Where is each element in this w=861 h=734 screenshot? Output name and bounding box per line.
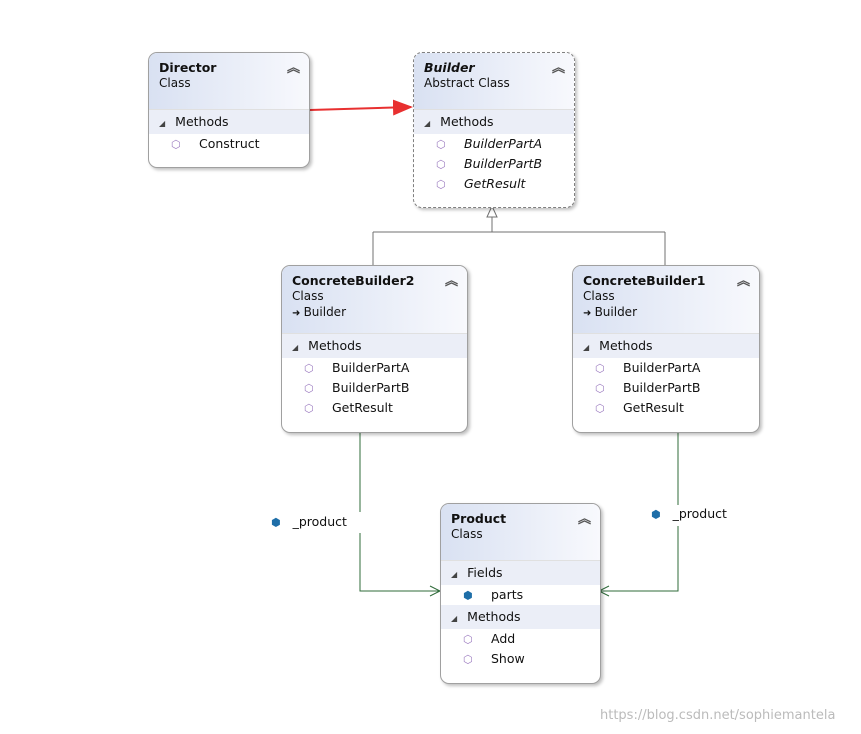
member-name: BuilderPartA [623,360,701,375]
collapse-chevron-icon[interactable]: ︽ [578,508,591,527]
collapse-chevron-icon[interactable]: ︽ [552,57,565,76]
method-icon: ⬡ [463,653,473,666]
field-icon: ⬢ [651,508,661,521]
association-label-right: ⬢ _product [651,506,727,521]
class-name: Builder [424,60,475,75]
class-kind: Class [451,527,483,541]
class-header: Director Class ︽ [149,53,309,110]
section-header-methods[interactable]: ◢ Methods [573,334,759,358]
expand-triangle-icon[interactable]: ◢ [424,119,430,128]
association-left [359,431,442,597]
member-name: Construct [199,136,260,151]
section-label: Methods [440,114,494,129]
class-box-director[interactable]: Director Class ︽ ◢ Methods ⬡ Construct [148,52,310,168]
method-icon: ⬡ [304,402,314,415]
member-name: BuilderPartA [464,136,542,151]
section-label: Methods [175,114,229,129]
class-box-product[interactable]: Product Class ︽ ◢ Fields ⬢ parts ◢ Methods ⬡ Add ⬡ S… [440,503,601,684]
association-name: _product [292,514,347,529]
method-item[interactable]: ⬡ Add [441,629,600,649]
director-builder-arrow [309,99,413,116]
expand-triangle-icon[interactable]: ◢ [292,343,298,352]
class-header: Product Class ︽ [441,504,600,561]
inherits-line: ➜ Builder [583,305,749,319]
collapse-chevron-icon[interactable]: ︽ [445,270,458,289]
class-header: ConcreteBuilder1 Class ➜ Builder ︽ [573,266,759,334]
section-header-methods[interactable]: ◢ Methods [149,110,309,134]
collapse-chevron-icon[interactable]: ︽ [737,270,750,289]
inherit-arrow-icon: ➜ [292,308,304,319]
method-item[interactable]: ⬡ BuilderPartB [282,378,467,398]
member-name: GetResult [464,176,526,191]
member-name: GetResult [623,400,684,415]
field-icon: ⬢ [463,589,473,602]
inherits-line: ➜ Builder [292,305,457,319]
method-icon: ⬡ [463,633,473,646]
section-header-methods[interactable]: ◢ Methods [414,110,574,134]
method-icon: ⬡ [595,382,605,395]
base-class-name: Builder [303,305,347,319]
class-name: Product [451,511,507,526]
method-icon: ⬡ [436,158,446,171]
method-item[interactable]: ⬡ BuilderPartB [414,154,574,174]
member-name: parts [491,587,524,602]
method-item[interactable]: ⬡ Show [441,649,600,669]
member-name: BuilderPartB [623,380,701,395]
class-name: Director [159,60,217,75]
method-item[interactable]: ⬡ Construct [149,134,309,154]
expand-triangle-icon[interactable]: ◢ [451,614,457,623]
method-item[interactable]: ⬡ BuilderPartA [573,358,759,378]
association-name: _product [672,506,727,521]
class-name: ConcreteBuilder2 [292,273,415,288]
member-name: GetResult [332,400,393,415]
method-item[interactable]: ⬡ GetResult [282,398,467,418]
association-label-left: ⬢ _product [271,514,347,529]
method-icon: ⬡ [436,138,446,151]
base-class-name: Builder [594,305,638,319]
member-name: BuilderPartB [464,156,543,171]
member-name: BuilderPartA [332,360,410,375]
method-icon: ⬡ [595,402,605,415]
field-icon: ⬢ [271,516,281,529]
member-name: BuilderPartB [332,380,410,395]
section-header-fields[interactable]: ◢ Fields [441,561,600,585]
method-item[interactable]: ⬡ GetResult [573,398,759,418]
field-item[interactable]: ⬢ parts [441,585,600,605]
class-box-concrete2[interactable]: ConcreteBuilder2 Class ➜ Builder ︽ ◢ Methods ⬡… [281,265,468,433]
section-header-methods[interactable]: ◢ Methods [441,605,600,629]
inheritance-connector [372,204,666,265]
expand-triangle-icon[interactable]: ◢ [159,119,165,128]
expand-triangle-icon[interactable]: ◢ [583,343,589,352]
section-header-methods[interactable]: ◢ Methods [282,334,467,358]
inherit-arrow-icon: ➜ [583,308,595,319]
section-label: Methods [308,338,362,353]
method-item[interactable]: ⬡ BuilderPartA [414,134,574,154]
class-kind: Abstract Class [424,76,510,90]
collapse-chevron-icon[interactable]: ︽ [287,57,300,76]
method-icon: ⬡ [304,382,314,395]
class-diagram: ⬢ _product ⬢ _product https://blog.csdn.ne… [0,0,861,734]
method-icon: ⬡ [304,362,314,375]
method-item[interactable]: ⬡ GetResult [414,174,574,194]
expand-triangle-icon[interactable]: ◢ [451,570,457,579]
member-name: Show [491,651,525,666]
class-kind: Class [583,289,615,303]
class-header: ConcreteBuilder2 Class ➜ Builder ︽ [282,266,467,334]
method-icon: ⬡ [171,138,181,151]
section-label: Methods [599,338,653,353]
method-icon: ⬡ [595,362,605,375]
method-item[interactable]: ⬡ BuilderPartB [573,378,759,398]
section-label: Fields [467,565,503,580]
class-header: Builder Abstract Class ︽ [414,53,574,110]
class-kind: Class [292,289,324,303]
class-box-concrete1[interactable]: ConcreteBuilder1 Class ➜ Builder ︽ ◢ Methods ⬡… [572,265,760,433]
class-name: ConcreteBuilder1 [583,273,706,288]
method-icon: ⬡ [436,178,446,191]
class-box-builder[interactable]: Builder Abstract Class ︽ ◢ Methods ⬡ BuilderPa… [413,52,575,208]
section-label: Methods [467,609,521,624]
member-name: Add [491,631,516,646]
method-item[interactable]: ⬡ BuilderPartA [282,358,467,378]
watermark: https://blog.csdn.net/sophiemantela [600,708,836,723]
class-kind: Class [159,76,191,90]
